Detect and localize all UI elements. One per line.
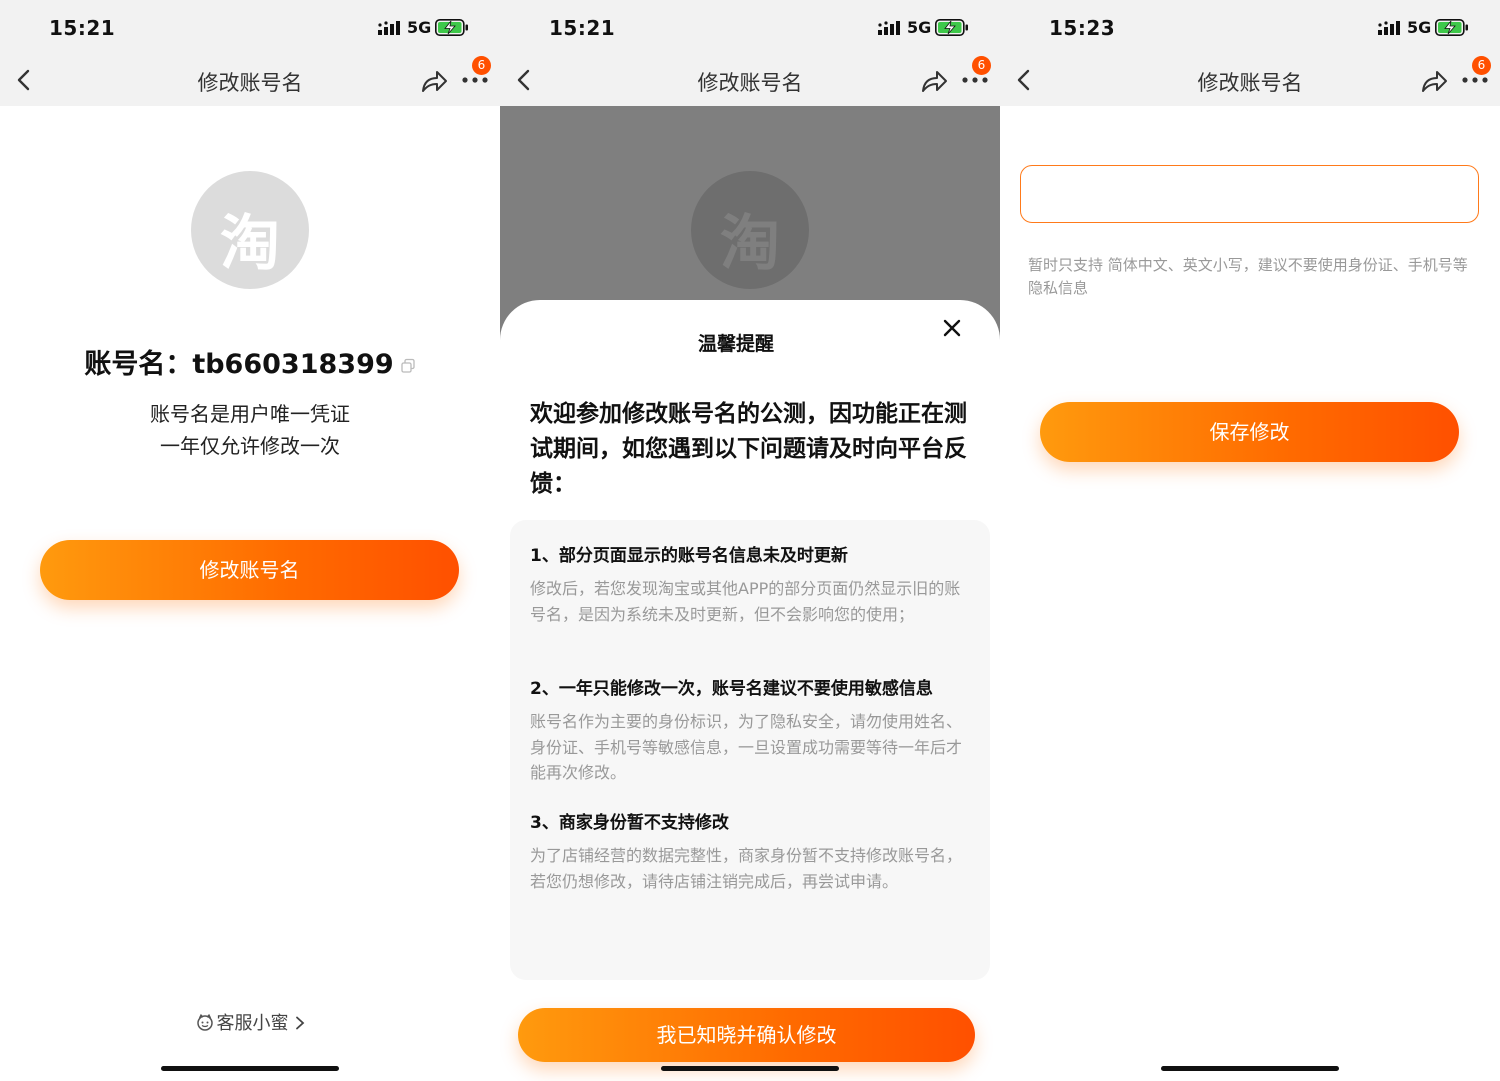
notification-badge: 6 bbox=[972, 56, 991, 75]
share-icon[interactable] bbox=[920, 68, 948, 94]
notice-body: 账号名作为主要的身份标识，为了隐私安全，请勿使用姓名、身份证、手机号等敏感信息，… bbox=[530, 712, 963, 782]
status-time: 15:23 bbox=[1049, 16, 1116, 40]
home-indicator bbox=[1161, 1066, 1339, 1071]
account-name-line: 账号名：tb660318399 bbox=[0, 342, 500, 381]
input-hint-text: 暂时只支持 简体中文、英文小写，建议不要使用身份证、手机号等隐私信息 bbox=[1028, 256, 1468, 297]
save-changes-button[interactable]: 保存修改 bbox=[1040, 402, 1459, 462]
navigation-bar: 修改账号名 6 bbox=[0, 56, 500, 106]
more-options-icon[interactable] bbox=[961, 75, 989, 85]
more-options-icon[interactable] bbox=[461, 75, 489, 85]
battery-charging-icon bbox=[935, 19, 968, 36]
close-icon[interactable] bbox=[942, 318, 962, 338]
status-bar: 15:23 5G bbox=[1000, 0, 1500, 56]
network-type: 5G bbox=[907, 18, 932, 37]
notice-heading: 1、部分页面显示的账号名信息未及时更新 bbox=[530, 546, 848, 566]
screen-reminder-dialog: 15:21 5G 修改账号名 6 温馨提醒 欢迎参加修改账号名的公测，因功能正在… bbox=[500, 0, 1000, 1081]
notice-list: 1、部分页面显示的账号名信息未及时更新 修改后，若您发现淘宝或其他APP的部分页… bbox=[510, 520, 990, 980]
confirm-modify-button[interactable]: 我已知晓并确认修改 bbox=[518, 1008, 975, 1062]
notice-item: 3、商家身份暂不支持修改 为了店铺经营的数据完整性，商家身份暂不支持修改账号名，… bbox=[530, 811, 975, 894]
account-name-value: tb660318399 bbox=[192, 349, 394, 380]
notification-badge: 6 bbox=[472, 56, 491, 75]
navigation-bar: 修改账号名 6 bbox=[500, 56, 1000, 106]
network-type: 5G bbox=[407, 18, 432, 37]
new-account-name-input[interactable] bbox=[1020, 165, 1479, 223]
notice-item: 2、一年只能修改一次，账号名建议不要使用敏感信息 账号名作为主要的身份标识，为了… bbox=[530, 677, 975, 786]
screen-edit-account-name: 15:23 5G 修改账号名 6 bbox=[1000, 0, 1500, 1081]
cellular-signal-icon bbox=[378, 21, 400, 35]
screen-account-info: 15:21 5G 修改账号名 6 淘 账号名：tb660318399 账号名是用… bbox=[0, 0, 500, 1081]
service-assistant-icon bbox=[196, 1013, 213, 1031]
navigation-bar: 修改账号名 6 bbox=[1000, 56, 1500, 106]
account-description-line-2: 一年仅允许修改一次 bbox=[160, 434, 340, 458]
home-indicator bbox=[161, 1066, 339, 1071]
notice-body: 为了店铺经营的数据完整性，商家身份暂不支持修改账号名，若您仍想修改，请待店铺注销… bbox=[530, 846, 963, 891]
status-time: 15:21 bbox=[49, 16, 116, 40]
customer-service-link[interactable]: 客服小蜜 bbox=[0, 1009, 500, 1035]
share-icon[interactable] bbox=[1420, 68, 1448, 94]
home-indicator bbox=[661, 1066, 839, 1071]
notice-heading: 3、商家身份暂不支持修改 bbox=[530, 813, 729, 833]
cellular-signal-icon bbox=[1378, 21, 1400, 35]
account-description-line-1: 账号名是用户唯一凭证 bbox=[150, 402, 350, 426]
taobao-avatar-logo: 淘 bbox=[191, 171, 309, 289]
app-canvas: 15:21 5G 修改账号名 6 淘 账号名：tb660318399 账号名是用… bbox=[0, 0, 1500, 1081]
notice-item: 1、部分页面显示的账号名信息未及时更新 修改后，若您发现淘宝或其他APP的部分页… bbox=[530, 544, 975, 627]
sheet-title: 温馨提醒 bbox=[697, 333, 774, 355]
customer-service-label: 客服小蜜 bbox=[216, 1013, 289, 1034]
notice-body: 修改后，若您发现淘宝或其他APP的部分页面仍然显示旧的账号名，是因为系统未及时更… bbox=[530, 579, 961, 624]
status-bar: 15:21 5G bbox=[0, 0, 500, 56]
reminder-bottom-sheet: 温馨提醒 欢迎参加修改账号名的公测，因功能正在测试期间，如您遇到以下问题请及时向… bbox=[500, 300, 1000, 1081]
status-bar: 15:21 5G bbox=[500, 0, 1000, 56]
notice-heading: 2、一年只能修改一次，账号名建议不要使用敏感信息 bbox=[530, 679, 933, 699]
share-icon[interactable] bbox=[420, 68, 448, 94]
status-time: 15:21 bbox=[549, 16, 616, 40]
battery-charging-icon bbox=[1435, 19, 1468, 36]
notification-badge: 6 bbox=[1472, 56, 1491, 75]
account-name-label: 账号名： bbox=[84, 349, 193, 380]
more-options-icon[interactable] bbox=[1461, 75, 1489, 85]
network-type: 5G bbox=[1407, 18, 1432, 37]
battery-charging-icon bbox=[435, 19, 468, 36]
cellular-signal-icon bbox=[878, 21, 900, 35]
sheet-intro-text: 欢迎参加修改账号名的公测，因功能正在测试期间，如您遇到以下问题请及时向平台反馈： bbox=[530, 401, 967, 497]
logo-character: 淘 bbox=[220, 209, 280, 279]
chevron-right-icon bbox=[295, 1016, 304, 1030]
copy-icon[interactable] bbox=[400, 358, 416, 374]
modify-account-name-button[interactable]: 修改账号名 bbox=[40, 540, 459, 600]
